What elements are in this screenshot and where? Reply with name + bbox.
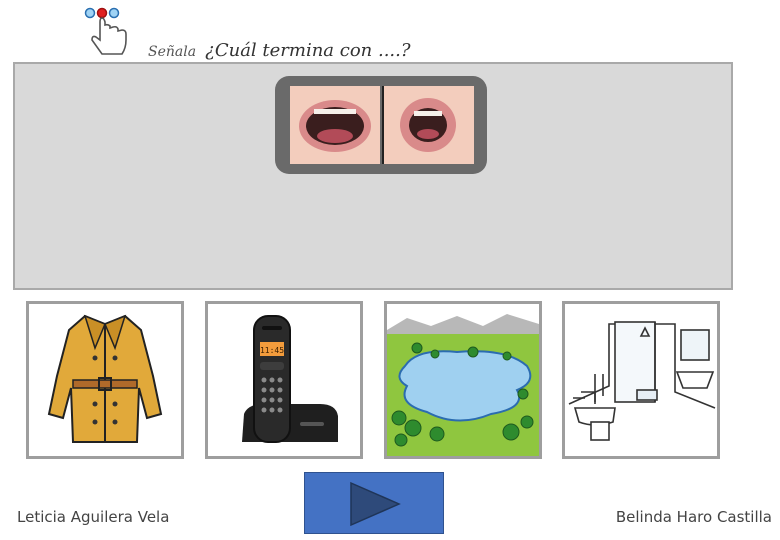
lake-icon: [387, 304, 539, 456]
question-label: ¿Cuál termina con ....?: [205, 40, 411, 61]
coat-icon: [47, 314, 163, 443]
instruction-header: Señala ¿Cuál termina con ....?: [80, 2, 440, 62]
author-left: Leticia Aguilera Vela: [17, 508, 170, 526]
answer-area[interactable]: [13, 62, 733, 290]
card-coat[interactable]: [26, 301, 184, 459]
card-phone[interactable]: 11:45: [205, 301, 363, 459]
mouth-open-a-image: [290, 86, 380, 164]
cordless-phone-icon: 11:45: [242, 315, 338, 443]
next-button[interactable]: [304, 472, 444, 534]
phone-display: 11:45: [260, 346, 284, 355]
mouth-rounded-o-image: [382, 86, 474, 164]
senala-label: Señala: [148, 44, 197, 60]
phoneme-card: [275, 76, 487, 174]
pointing-hand-icon: [84, 7, 127, 55]
play-arrow-icon: [350, 481, 401, 527]
bathroom-icon: [565, 304, 717, 456]
card-lake[interactable]: [384, 301, 542, 459]
card-bathroom[interactable]: [562, 301, 720, 459]
option-cards: 11:45: [0, 301, 780, 461]
prompt-text: Señala ¿Cuál termina con ....?: [148, 40, 411, 61]
author-right: Belinda Haro Castilla: [615, 508, 772, 526]
